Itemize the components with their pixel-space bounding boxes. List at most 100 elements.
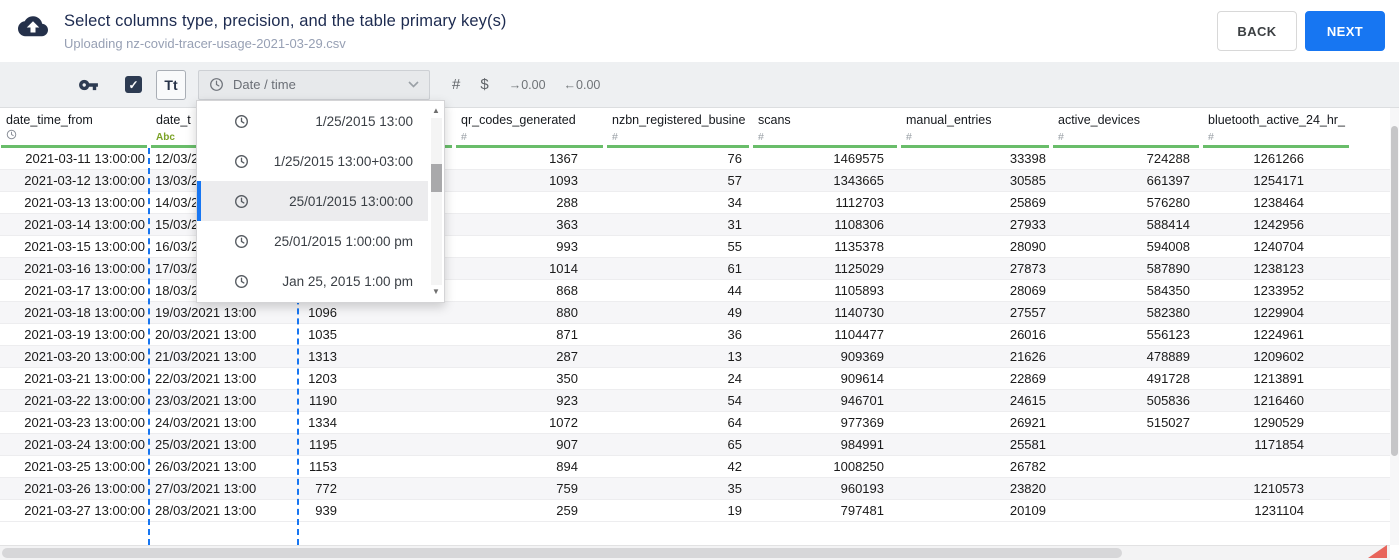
column-header-active_devices[interactable]: active_devices # [1052,108,1202,148]
table-cell: 21626 [1009,349,1046,364]
table-cell: 2021-03-18 13:00:00 [24,305,145,320]
table-cell: 25581 [1009,437,1046,452]
column-header-manual_entries[interactable]: manual_entries # [900,108,1052,148]
table-cell: 1209602 [1253,349,1304,364]
table-cell: 1343665 [833,173,884,188]
date-format-option[interactable]: 25/01/2015 1:00:00 pm [197,221,428,261]
date-format-option[interactable]: Jan 25, 2015 1:00 pm [197,261,428,301]
table-cell: 1261266 [1253,151,1304,166]
table-cell: 1096 [308,305,337,320]
format-option-label: 25/01/2015 13:00:00 [289,193,413,209]
table-cell: 1105893 [834,283,884,298]
table-cell: 23/03/2021 13:00 [155,393,257,408]
horizontal-scrollbar[interactable] [0,545,1390,560]
clock-icon [234,154,249,169]
table-cell: 772 [315,481,337,496]
column-quality-bar [1203,145,1349,148]
table-cell: 909614 [840,371,884,386]
scroll-down-icon[interactable]: ▼ [432,285,440,299]
table-cell: 28/03/2021 13:00 [155,503,257,518]
increase-precision-button[interactable]: →0.00 [509,78,546,92]
scroll-up-icon[interactable]: ▲ [432,104,440,118]
column-header-scans[interactable]: scans # [752,108,900,148]
table-cell: 556123 [1146,327,1190,342]
data-preview-table: date_time_from date_t Abc qr_codes_generate… [0,100,1399,560]
column-header-nzbn_registered_busine[interactable]: nzbn_registered_busine # [606,108,752,148]
table-cell: 2021-03-17 13:00:00 [24,283,145,298]
wizard-header: Select columns type, precision, and the … [0,0,1399,62]
text-type-button[interactable]: Tt [156,69,186,100]
table-cell: 977369 [840,415,884,430]
column-header-date_time_from[interactable]: date_time_from [0,108,150,148]
number-type-indicator: # [906,131,912,143]
table-cell: 880 [556,305,578,320]
table-cell: 57 [727,173,742,188]
table-cell: 1125029 [834,261,884,276]
table-cell: 23820 [1009,481,1046,496]
table-cell: 868 [556,283,578,298]
number-type-indicator: # [612,131,618,143]
table-cell: 44 [727,283,742,298]
table-cell: 31 [727,217,742,232]
table-cell: 42 [727,459,742,474]
table-cell: 1238123 [1253,261,1304,276]
csv-upload-wizard: Select columns type, precision, and the … [0,0,1399,560]
table-cell: 1224961 [1253,327,1304,342]
vertical-scrollbar[interactable] [1390,108,1399,545]
column-quality-bar [1053,145,1199,148]
column-header-label: nzbn_registered_busine [612,113,746,127]
table-cell: 2021-03-25 13:00:00 [24,459,145,474]
table-cell: 22869 [1009,371,1046,386]
table-cell: 2021-03-27 13:00:00 [24,503,145,518]
vertical-scroll-thumb[interactable] [1391,126,1398,456]
table-cell: 2021-03-12 13:00:00 [24,173,145,188]
table-cell: 1093 [549,173,578,188]
table-cell: 27/03/2021 13:00 [155,481,257,496]
table-cell: 27557 [1009,305,1046,320]
table-cell: 1195 [309,437,337,452]
dropdown-scrollbar[interactable]: ▲ ▼ [428,101,444,302]
table-cell: 76 [727,151,742,166]
page-title: Select columns type, precision, and the … [64,11,507,30]
table-cell: 1008250 [833,459,884,474]
number-type-indicator: # [1058,131,1064,143]
table-cell: 2021-03-19 13:00:00 [24,327,145,342]
table-cell: 2021-03-21 13:00:00 [24,371,145,386]
column-header-qr_codes_generated[interactable]: qr_codes_generated # [455,108,606,148]
clock-icon [234,114,249,129]
table-cell: 19/03/2021 13:00 [155,305,257,320]
format-option-label: 1/25/2015 13:00 [315,113,413,129]
next-button[interactable]: NEXT [1305,11,1385,51]
decrease-precision-button[interactable]: ←0.00 [564,78,601,92]
back-button[interactable]: BACK [1217,11,1297,51]
primary-key-icon[interactable] [78,79,99,91]
dropdown-scroll-thumb[interactable] [430,164,442,192]
clock-icon [234,274,249,289]
dropdown-scroll-track[interactable] [430,118,442,285]
table-cell: 923 [556,393,578,408]
table-cell: 259 [556,503,578,518]
date-format-option[interactable]: 25/01/2015 13:00:00 [197,181,428,221]
currency-type-button[interactable]: $ [480,76,488,93]
clock-icon [234,234,249,249]
table-cell: 54 [727,393,742,408]
table-cell: 582380 [1146,305,1190,320]
table-cell: 2021-03-15 13:00:00 [24,239,145,254]
horizontal-scroll-thumb[interactable] [2,548,1122,558]
column-type-select[interactable]: Date / time [198,69,430,100]
format-option-label: 1/25/2015 13:00+03:00 [273,153,413,169]
check-icon: ✓ [128,77,139,92]
column-header-bluetooth_active_24_hr_[interactable]: bluetooth_active_24_hr_ # [1202,108,1352,148]
table-cell: 26/03/2021 13:00 [155,459,257,474]
column-header-label: bluetooth_active_24_hr_ [1208,113,1345,127]
number-type-indicator: # [758,131,764,143]
format-option-label: 25/01/2015 1:00:00 pm [274,233,413,249]
include-column-checkbox[interactable]: ✓ [125,76,142,93]
table-cell: 1135378 [834,239,884,254]
date-format-option[interactable]: 1/25/2015 13:00+03:00 [197,141,428,181]
integer-type-button[interactable]: # [452,76,460,93]
table-cell: 1233952 [1253,283,1304,298]
column-header-label: qr_codes_generated [461,113,576,127]
number-type-indicator: # [461,131,467,143]
date-format-option[interactable]: 1/25/2015 13:00 [197,101,428,141]
